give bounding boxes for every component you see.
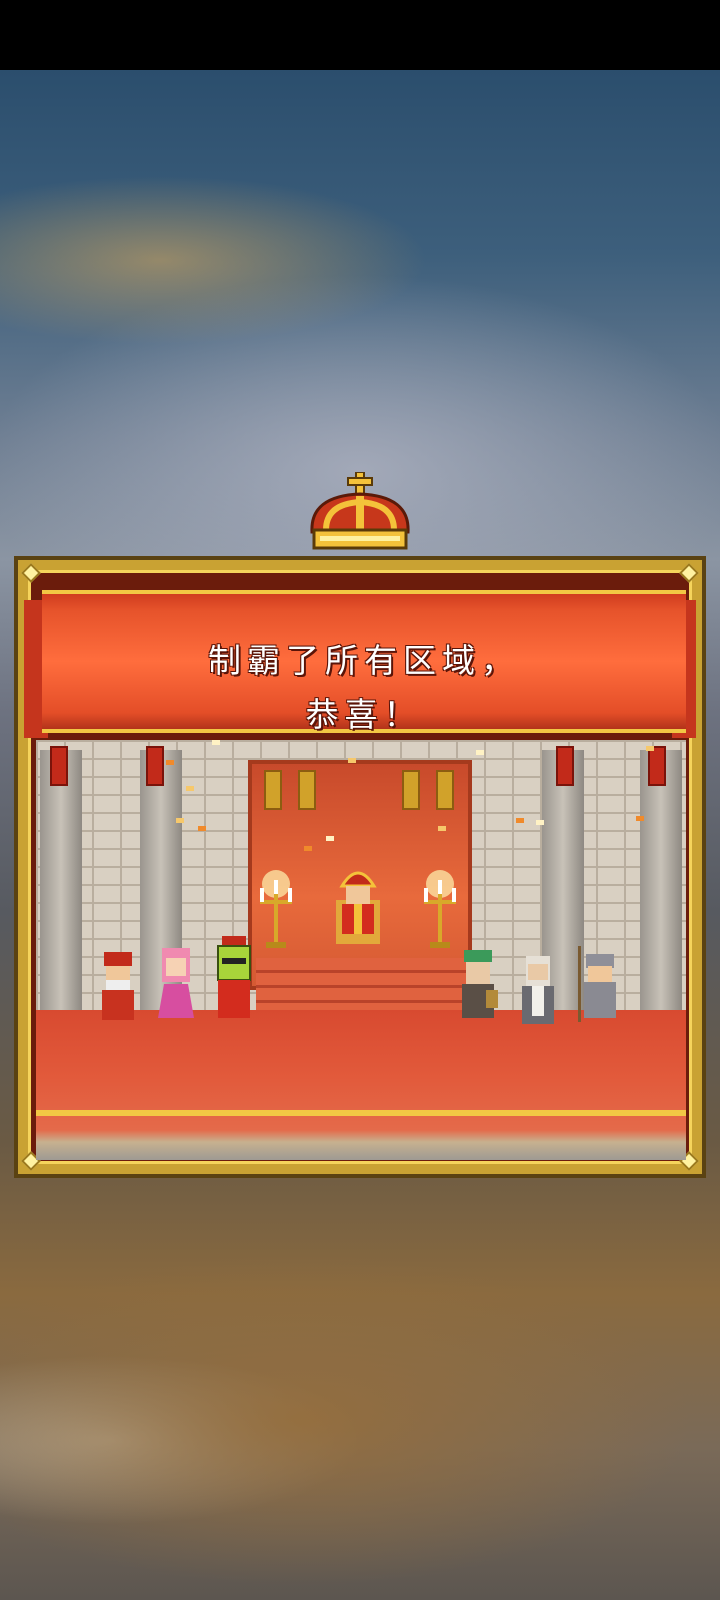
confetti-icon: [304, 846, 312, 851]
wall-banner-icon: [648, 746, 666, 786]
carpet-gold-trim: [36, 1110, 686, 1116]
candelabra-icon: [260, 870, 292, 948]
minister-character: [102, 952, 134, 1020]
message-line-1: 制霸了所有区域，: [208, 641, 520, 680]
kairobot-character: [217, 936, 251, 1018]
gold-banner-icon: [436, 770, 454, 810]
message-banner: 制霸了所有区域， 恭喜！: [42, 590, 686, 734]
wall-banner-icon: [556, 746, 574, 786]
throne-room-scene: [36, 740, 686, 1160]
princess-character: [158, 948, 194, 1018]
confetti-icon: [176, 818, 184, 823]
congratulation-message: 制霸了所有区域， 恭喜！: [42, 634, 686, 742]
confetti-icon: [186, 786, 194, 791]
wall-banner-icon: [146, 746, 164, 786]
throne-stairs: [256, 958, 466, 1018]
frame-corner-ornament: [670, 554, 708, 592]
confetti-icon: [326, 836, 334, 841]
gold-banner-icon: [264, 770, 282, 810]
king-character: [336, 871, 380, 944]
confetti-icon: [636, 816, 644, 821]
candelabra-icon: [424, 870, 456, 948]
confetti-icon: [166, 760, 174, 765]
stone-pillar: [640, 750, 682, 1030]
crown-icon: [310, 472, 410, 550]
confetti-icon: [646, 746, 654, 751]
wall-banner-icon: [50, 746, 68, 786]
red-carpet-floor: [36, 1010, 686, 1160]
gold-banner-icon: [402, 770, 420, 810]
confetti-icon: [438, 826, 446, 831]
frame-corner-ornament: [12, 554, 50, 592]
merchant-character: [462, 950, 498, 1018]
confetti-icon: [516, 818, 524, 823]
message-line-2: 恭喜！: [305, 695, 423, 734]
gold-banner-icon: [298, 770, 316, 810]
confetti-icon: [198, 826, 206, 831]
confetti-icon: [536, 820, 544, 825]
stone-pillar: [40, 750, 82, 1030]
confetti-icon: [348, 758, 356, 763]
confetti-icon: [212, 740, 220, 745]
elder-character: [522, 956, 554, 1024]
confetti-icon: [476, 750, 484, 755]
status-bar: [0, 0, 720, 70]
soldier-character: [578, 946, 616, 1022]
conquest-complete-dialog: 制霸了所有区域， 恭喜！: [14, 556, 706, 1178]
